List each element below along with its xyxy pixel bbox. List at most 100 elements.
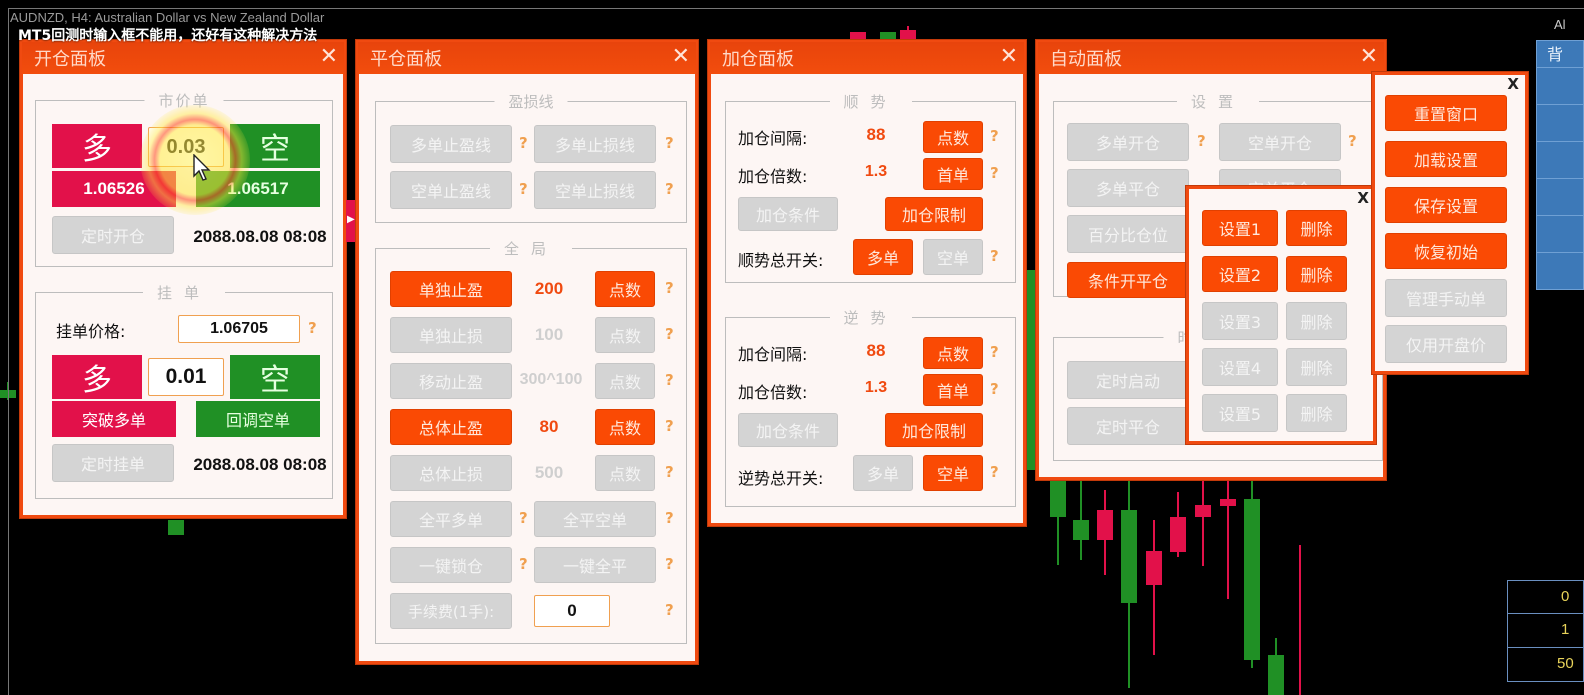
percent-position-button[interactable]: 百分比仓位	[1067, 215, 1189, 253]
help-icon[interactable]: ?	[990, 380, 999, 398]
preset-4-button[interactable]: 设置4	[1202, 348, 1278, 386]
help-icon[interactable]: ?	[665, 371, 674, 389]
preset-2-button[interactable]: 设置2	[1202, 256, 1278, 292]
preset-3-button[interactable]: 设置3	[1202, 302, 1278, 340]
open-panel-header[interactable]: 开仓面板 ✕	[22, 42, 344, 74]
trend-multiplier-unit-button[interactable]: 首单	[923, 158, 983, 190]
total-sl-value[interactable]: 500	[514, 463, 584, 483]
conditional-open-close-button[interactable]: 条件开平仓	[1067, 262, 1189, 298]
help-icon[interactable]: ?	[665, 509, 674, 527]
trend-interval-unit-button[interactable]: 点数	[923, 121, 983, 153]
help-icon[interactable]: ?	[665, 325, 674, 343]
pending-sell-button[interactable]: 空	[230, 355, 320, 399]
timed-pending-button[interactable]: 定时挂单	[52, 444, 174, 482]
single-sl-button[interactable]: 单独止损	[390, 317, 512, 353]
close-icon[interactable]: ✕	[1360, 44, 1378, 70]
trailing-tp-unit-button[interactable]: 点数	[595, 363, 655, 399]
close-all-button[interactable]: 一键全平	[534, 547, 656, 583]
help-icon[interactable]: ?	[990, 343, 999, 361]
counter-multiplier-value[interactable]: 1.3	[851, 379, 901, 397]
trailing-tp-button[interactable]: 移动止盈	[390, 363, 512, 399]
trailing-tp-value[interactable]: 300^100	[509, 371, 593, 389]
preset-3-delete-button[interactable]: 删除	[1286, 302, 1347, 340]
breakout-buy-button[interactable]: 突破多单	[52, 401, 176, 437]
close-icon[interactable]: X	[1357, 189, 1369, 207]
help-icon[interactable]: ?	[308, 319, 317, 337]
trend-condition-button[interactable]: 加仓条件	[738, 197, 838, 231]
help-icon[interactable]: ?	[665, 279, 674, 297]
total-tp-button[interactable]: 总体止盈	[390, 409, 512, 445]
close-icon[interactable]: X	[1507, 75, 1519, 93]
pending-price-input[interactable]: 1.06705	[178, 315, 300, 343]
close-icon[interactable]: ✕	[672, 44, 690, 70]
trend-limit-button[interactable]: 加仓限制	[885, 197, 983, 231]
side-button[interactable]	[1536, 216, 1584, 253]
pending-lot-input[interactable]: 0.01	[148, 358, 224, 396]
close-all-sell-button[interactable]: 全平空单	[534, 501, 656, 537]
market-buy-button[interactable]: 多	[52, 124, 142, 168]
buy-tp-line-button[interactable]: 多单止盈线	[390, 125, 512, 163]
help-icon[interactable]: ?	[519, 509, 528, 527]
open-price-only-button[interactable]: 仅用开盘价	[1385, 325, 1507, 363]
trend-multiplier-value[interactable]: 1.3	[851, 163, 901, 181]
side-button[interactable]	[1536, 68, 1584, 105]
counter-interval-unit-button[interactable]: 点数	[923, 337, 983, 369]
help-icon[interactable]: ?	[665, 601, 674, 619]
counter-sell-toggle[interactable]: 空单	[923, 455, 983, 491]
auto-buy-close-button[interactable]: 多单平仓	[1067, 169, 1189, 207]
help-icon[interactable]: ?	[1348, 132, 1357, 150]
side-button[interactable]	[1536, 179, 1584, 216]
preset-5-delete-button[interactable]: 删除	[1286, 394, 1347, 432]
auto-sell-open-button[interactable]: 空单开仓	[1219, 123, 1341, 161]
counter-interval-value[interactable]: 88	[851, 341, 901, 361]
lock-positions-button[interactable]: 一键锁仓	[390, 547, 512, 583]
reset-window-button[interactable]: 重置窗口	[1385, 95, 1507, 131]
sell-sl-line-button[interactable]: 空单止损线	[534, 171, 656, 209]
help-icon[interactable]: ?	[665, 180, 674, 198]
help-icon[interactable]: ?	[519, 134, 528, 152]
trend-buy-toggle[interactable]: 多单	[853, 239, 913, 275]
side-button[interactable]	[1536, 105, 1584, 142]
single-tp-button[interactable]: 单独止盈	[390, 271, 512, 307]
trend-interval-value[interactable]: 88	[851, 125, 901, 145]
preset-5-button[interactable]: 设置5	[1202, 394, 1278, 432]
restore-defaults-button[interactable]: 恢复初始	[1385, 233, 1507, 269]
total-sl-unit-button[interactable]: 点数	[595, 455, 655, 491]
single-tp-unit-button[interactable]: 点数	[595, 271, 655, 307]
total-tp-unit-button[interactable]: 点数	[595, 409, 655, 445]
close-panel-header[interactable]: 平仓面板 ✕	[358, 42, 696, 74]
buy-price[interactable]: 1.06526	[52, 171, 176, 207]
counter-condition-button[interactable]: 加仓条件	[738, 413, 838, 447]
help-icon[interactable]: ?	[1197, 132, 1206, 150]
timed-open-value[interactable]: 2088.08.08 08:08	[187, 227, 333, 247]
sell-tp-line-button[interactable]: 空单止盈线	[390, 171, 512, 209]
timed-start-button[interactable]: 定时启动	[1067, 361, 1189, 399]
preset-4-delete-button[interactable]: 删除	[1286, 348, 1347, 386]
load-settings-button[interactable]: 加载设置	[1385, 141, 1507, 177]
help-icon[interactable]: ?	[990, 127, 999, 145]
help-icon[interactable]: ?	[990, 164, 999, 182]
preset-1-button[interactable]: 设置1	[1202, 210, 1278, 246]
help-icon[interactable]: ?	[990, 247, 999, 265]
close-icon[interactable]: ✕	[320, 44, 338, 70]
timed-pending-value[interactable]: 2088.08.08 08:08	[187, 455, 333, 475]
single-sl-unit-button[interactable]: 点数	[595, 317, 655, 353]
counter-buy-toggle[interactable]: 多单	[853, 455, 913, 491]
pending-buy-button[interactable]: 多	[52, 355, 142, 399]
help-icon[interactable]: ?	[665, 555, 674, 573]
preset-2-delete-button[interactable]: 删除	[1286, 256, 1347, 292]
help-icon[interactable]: ?	[990, 463, 999, 481]
help-icon[interactable]: ?	[665, 417, 674, 435]
add-panel-header[interactable]: 加仓面板 ✕	[710, 42, 1024, 74]
help-icon[interactable]: ?	[519, 180, 528, 198]
auto-buy-open-button[interactable]: 多单开仓	[1067, 123, 1189, 161]
side-button[interactable]	[1536, 253, 1584, 290]
total-tp-value[interactable]: 80	[514, 417, 584, 437]
manage-manual-orders-button[interactable]: 管理手动单	[1385, 279, 1507, 317]
single-tp-value[interactable]: 200	[514, 279, 584, 299]
preset-1-delete-button[interactable]: 删除	[1286, 210, 1347, 246]
auto-panel-header[interactable]: 自动面板 ✕	[1038, 42, 1384, 74]
save-settings-button[interactable]: 保存设置	[1385, 187, 1507, 223]
timed-open-button[interactable]: 定时开仓	[52, 216, 174, 254]
fee-input[interactable]: 0	[534, 595, 610, 627]
